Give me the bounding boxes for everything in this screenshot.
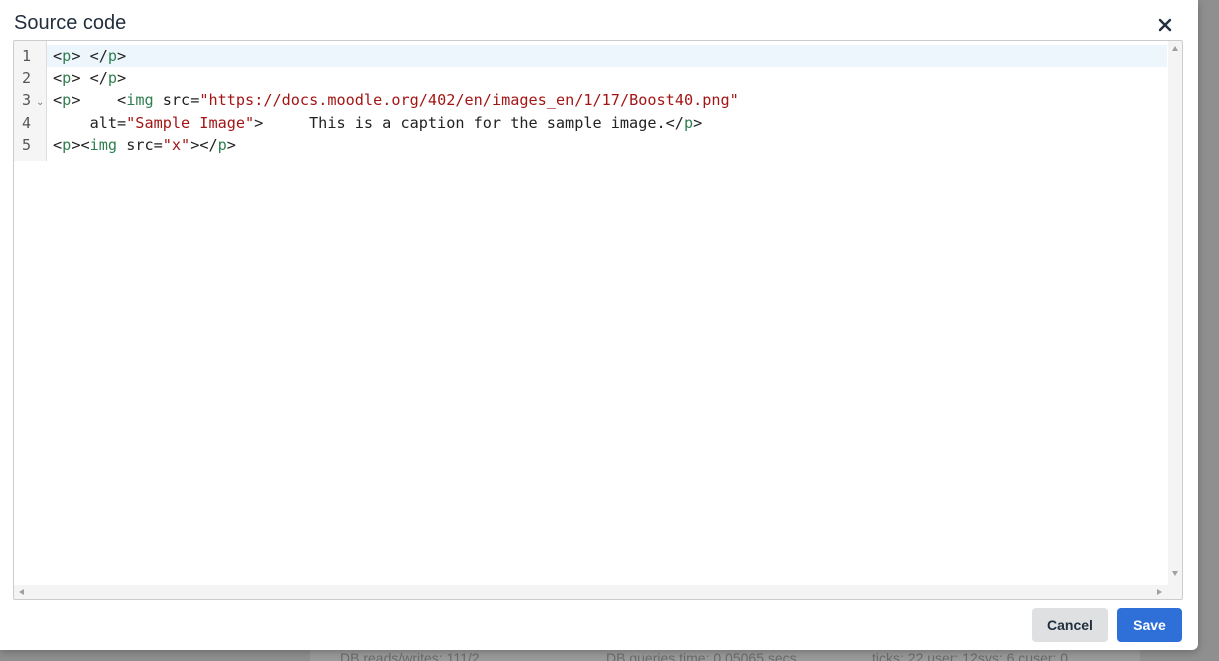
code-editor[interactable]: 1 2 3 4 5 ⌄ <p> </p> <p> </p> <p> <img s… (13, 40, 1183, 600)
line-number: 4 (22, 114, 32, 132)
dialog-title: Source code (14, 12, 127, 34)
code-line: <p><img src="x"></p> (53, 136, 236, 154)
footer-db-reads: DB reads/writes: 111/2 (340, 650, 480, 661)
scroll-up-icon[interactable] (1172, 46, 1178, 51)
scroll-down-icon[interactable] (1172, 571, 1178, 576)
code-line: <p> <img src="https://docs.moodle.org/40… (53, 91, 739, 109)
vertical-scrollbar[interactable] (1168, 41, 1182, 585)
footer-db-queries-time: DB queries time: 0.05065 secs (606, 650, 797, 661)
line-number: 5 (22, 136, 32, 154)
code-line: <p> </p> (53, 47, 127, 65)
source-code-dialog: Source code 1 2 3 4 5 ⌄ <p> </p> <p> </p… (0, 0, 1198, 650)
code-line: alt="Sample Image"> This is a caption fo… (89, 114, 703, 132)
footer-ticks: ticks: 22 user: 12sys: 6 cuser: 0 (872, 650, 1069, 661)
scroll-right-icon[interactable] (1157, 589, 1162, 595)
close-button[interactable] (1150, 10, 1180, 40)
horizontal-scrollbar[interactable] (14, 585, 1168, 599)
scrollbar-corner (1168, 585, 1182, 599)
fold-chevron-icon[interactable]: ⌄ (36, 97, 44, 108)
active-line-highlight (47, 45, 1167, 67)
scroll-left-icon[interactable] (19, 589, 24, 595)
code-line: <p> </p> (53, 69, 127, 87)
close-icon (1158, 18, 1172, 32)
save-button[interactable]: Save (1117, 608, 1182, 642)
cancel-button[interactable]: Cancel (1032, 608, 1108, 642)
line-number: 2 (22, 69, 32, 87)
line-number: 1 (22, 47, 32, 65)
line-number-gutter: 1 2 3 4 5 ⌄ (14, 41, 47, 161)
line-number: 3 (22, 91, 32, 109)
